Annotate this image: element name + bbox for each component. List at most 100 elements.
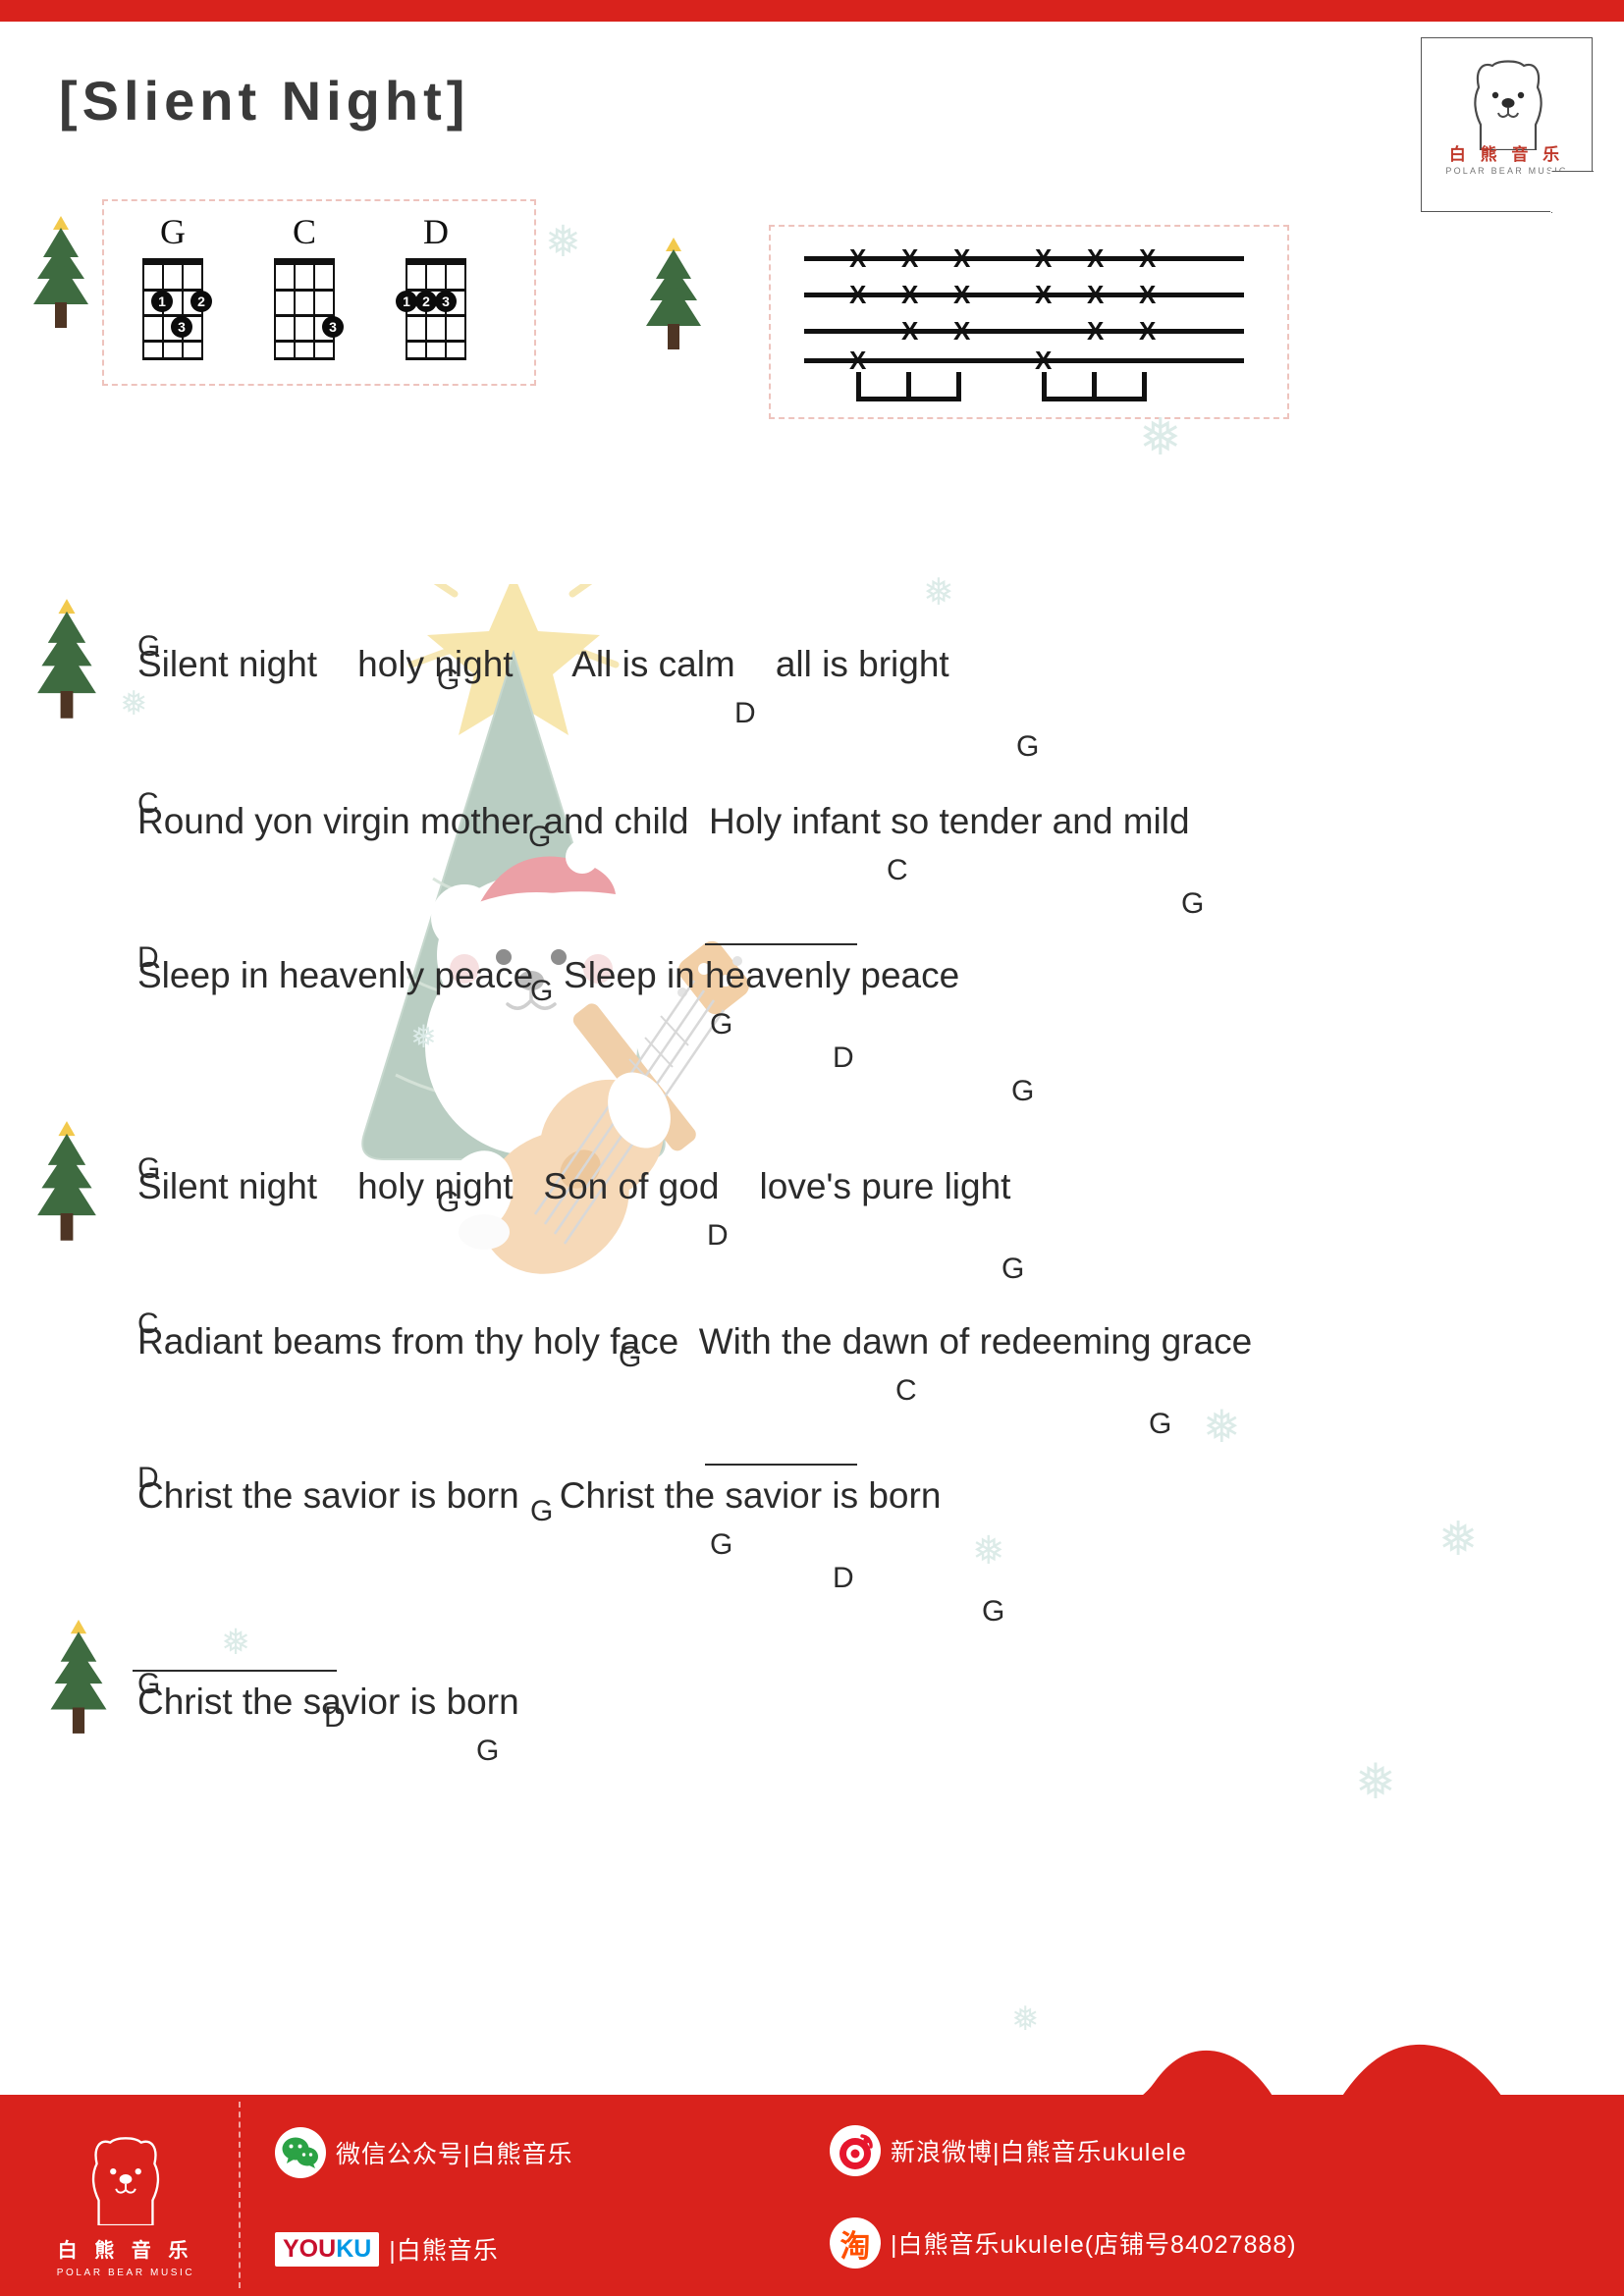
tab-string-3 [804,329,1244,334]
footer-taobao-row[interactable]: 淘 |白熊音乐ukulele(店铺号84027888) [830,2217,1297,2269]
chord-diagram-panel: G 1 2 3 C 3 D 1 2 3 [102,199,536,386]
chord-line: G G D G [137,1119,1024,1285]
youku-you: YOU [283,2234,337,2263]
strum-x: X [849,280,867,309]
chord-dot: 2 [190,291,212,312]
strum-x: X [1087,243,1105,273]
tab-string-2 [804,293,1244,297]
chord-label: D [833,1041,854,1074]
lyric-line: Christ the savior is born Christ the sav… [137,1475,942,1516]
page-title: [Slient Night] [59,70,470,132]
folded-corner [1549,169,1594,213]
lyric-block: G G D G Silent night holy night All is c… [137,597,1039,763]
chord-dot: 2 [415,291,437,312]
chord-label: C [887,854,908,886]
strum-x: X [849,346,867,375]
footer-bar [0,2095,1624,2296]
chord-name: D [423,212,449,251]
polar-bear-icon [91,2137,160,2227]
snowflake-icon: ❅ [410,1019,437,1054]
strum-x: X [901,243,919,273]
nut [142,258,203,265]
strum-x: X [1139,280,1157,309]
christmas-tree-icon [50,1620,107,1734]
strum-pattern-panel: X X X X X X X X X X X X X X X X X X [769,225,1289,419]
chord-line: G D G [133,1634,519,1767]
strum-x: X [849,243,867,273]
snowflake-icon: ❅ [1203,1401,1241,1452]
lyric-block: G D G Christ the savior is born [133,1634,519,1767]
strum-x: X [1035,280,1053,309]
chord-dot: 3 [435,291,457,312]
youku-ku: KU [336,2234,372,2263]
footer-logo-cn: 白 熊 音 乐 [57,2240,194,2262]
footer-logo-en: POLAR BEAR MUSIC [56,2268,195,2278]
footer-weibo-row[interactable]: 新浪微博|白熊音乐ukulele [830,2125,1187,2176]
strum-bracket-tick [1092,372,1097,398]
nut [274,258,335,265]
chord-line: D G G D G [137,908,1034,1107]
snowflake-icon: ❅ [1355,1754,1396,1809]
chord-name: C [292,212,316,251]
chord-label: D [707,1219,729,1252]
lyric-line: Silent night holy night Son of god love'… [137,1166,1011,1206]
chord-grid: 1 2 3 [142,258,212,360]
footer-divider [239,2102,241,2288]
chord-label: G [710,1528,733,1561]
weibo-icon [830,2125,881,2176]
polar-bear-icon [1474,60,1543,150]
lyric-line: Christ the savior is born [137,1682,519,1722]
sheet-music-page: [Slient Night] 白 熊 音 乐 POLAR BEAR MUSIC … [0,0,1624,2296]
footer-youku-row[interactable]: YOU KU |白熊音乐 [275,2231,499,2267]
lyric-block: C G C G Radiant beams from thy holy face… [137,1274,1252,1440]
lyric-line: Silent night holy night All is calm all … [137,644,949,684]
lyric-block: D G G D G Sleep in heavenly peace Sleep … [137,908,1034,1107]
strum-x: X [1035,346,1053,375]
brand-name-cn: 白 熊 音 乐 [1448,145,1565,164]
footer-wechat-row[interactable]: 微信公众号|白熊音乐 [275,2127,573,2178]
footer-youku-text: |白熊音乐 [389,2237,499,2265]
footer-wechat-text: 微信公众号|白熊音乐 [336,2141,573,2168]
chord-underline [705,943,857,946]
chord-label: G [1149,1408,1172,1440]
chord-underline [705,1464,857,1467]
chord-line: C G C G [137,754,1204,920]
chord-label: C [895,1374,917,1407]
chord-line: D G G D G [137,1428,1004,1628]
chord-label: G [1181,887,1205,920]
wechat-icon [275,2127,326,2178]
snowflake-icon: ❅ [545,218,581,266]
snowflake-icon: ❅ [1438,1514,1479,1566]
taobao-icon: 淘 [830,2217,881,2269]
chord-dot: 1 [396,291,417,312]
footer-weibo-text: 新浪微博|白熊音乐ukulele [891,2139,1187,2166]
lyric-line: Round yon virgin mother and child Holy i… [137,801,1190,841]
footer-logo: 白 熊 音 乐 POLAR BEAR MUSIC [47,2129,204,2278]
strum-x: X [901,316,919,346]
chord-underline [133,1670,337,1673]
chord-label: G [1011,1075,1035,1107]
chord-dot: 1 [151,291,173,312]
strum-x: X [953,280,971,309]
nut [406,258,466,265]
chord-grid: 1 2 3 [396,258,466,360]
snowflake-icon: ❅ [1139,409,1182,466]
chord-label: G [476,1735,500,1767]
footer-taobao-text: |白熊音乐ukulele(店铺号84027888) [891,2231,1297,2259]
chord-grid: 3 [274,258,344,360]
youku-icon: YOU KU [275,2231,380,2267]
tab-string-1 [804,256,1244,261]
chord-label: D [734,697,756,729]
chord-line: G G D G [137,597,1039,763]
strum-x: X [1087,280,1105,309]
christmas-tree-icon [37,1121,96,1241]
lyric-line: Sleep in heavenly peace Sleep in heavenl… [137,955,960,995]
strum-x: X [953,316,971,346]
christmas-tree-icon [33,216,88,328]
chord-label: G [710,1008,733,1041]
strum-x: X [901,280,919,309]
christmas-tree-icon [37,599,96,719]
tab-string-4 [804,358,1244,363]
taobao-glyph: 淘 [839,2228,871,2264]
brand-logo-box: 白 熊 音 乐 POLAR BEAR MUSIC [1421,37,1594,213]
